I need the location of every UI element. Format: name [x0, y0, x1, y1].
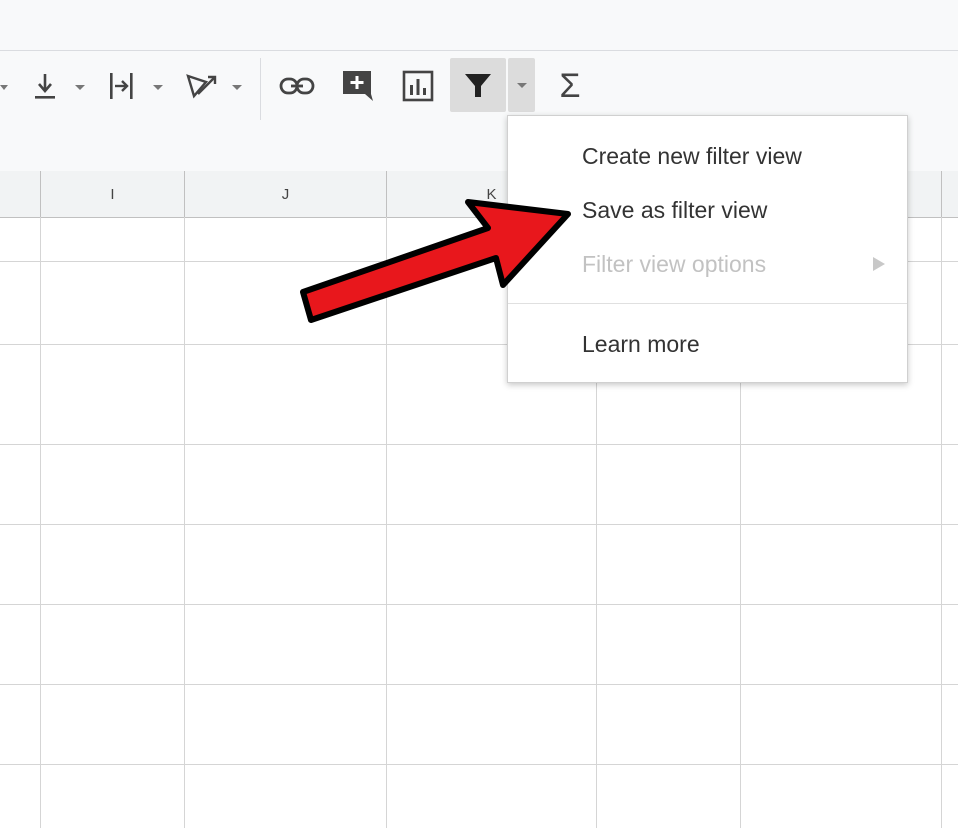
column-label: J: [281, 185, 290, 203]
submenu-arrow-icon: [873, 257, 885, 271]
filter-button[interactable]: [450, 58, 506, 112]
text-rotation-dropdown-icon[interactable]: [230, 80, 244, 94]
filter-views-menu: Create new filter view Save as filter vi…: [507, 115, 908, 383]
grid-row-line: [0, 684, 958, 685]
filter-icon: [461, 68, 495, 102]
title-area: [0, 0, 958, 50]
text-wrap-button[interactable]: [106, 68, 140, 104]
text-wrap-dropdown-icon[interactable]: [151, 80, 165, 94]
dropdown-caret-icon[interactable]: [0, 80, 12, 94]
insert-link-button[interactable]: [278, 70, 316, 102]
insert-comment-button[interactable]: [340, 68, 376, 104]
toolbar-divider: [260, 58, 261, 120]
menu-item-filter-view-options: Filter view options: [508, 240, 907, 288]
menu-item-create-new-filter-view[interactable]: Create new filter view: [508, 132, 907, 180]
menu-item-save-as-filter-view[interactable]: Save as filter view: [508, 186, 907, 234]
column-header-h[interactable]: [0, 171, 41, 217]
text-rotation-button[interactable]: [184, 68, 220, 104]
menu-item-label: Save as filter view: [582, 196, 768, 223]
menu-item-label: Learn more: [582, 330, 700, 357]
filter-dropdown-caret-icon: [515, 78, 529, 92]
text-rotation-icon: [184, 68, 220, 104]
menu-item-label: Create new filter view: [582, 142, 802, 169]
insert-chart-icon: [400, 68, 436, 104]
vertical-align-icon: [30, 68, 60, 104]
functions-button[interactable]: Σ: [554, 66, 586, 106]
grid-column-line: [40, 217, 41, 828]
functions-sigma-icon: Σ: [559, 66, 581, 105]
grid-row-line: [0, 444, 958, 445]
column-header-n[interactable]: [942, 171, 958, 217]
column-label: I: [110, 185, 115, 203]
column-header-i[interactable]: I: [41, 171, 185, 217]
menu-item-learn-more[interactable]: Learn more: [508, 320, 907, 368]
grid-row-line: [0, 764, 958, 765]
grid-row-line: [0, 524, 958, 525]
grid-column-line: [386, 217, 387, 828]
filter-dropdown-button[interactable]: [508, 58, 535, 112]
grid-column-line: [184, 217, 185, 828]
menu-item-label: Filter view options: [582, 250, 767, 277]
vertical-align-dropdown-icon[interactable]: [73, 80, 87, 94]
insert-chart-button[interactable]: [400, 68, 436, 104]
menu-divider: [508, 303, 907, 304]
column-header-j[interactable]: J: [185, 171, 387, 217]
grid-column-line: [941, 217, 942, 828]
insert-comment-icon: [340, 68, 376, 104]
text-wrap-icon: [106, 68, 140, 104]
column-label: K: [486, 185, 497, 203]
insert-link-icon: [278, 70, 316, 102]
vertical-align-button[interactable]: [30, 68, 60, 104]
grid-row-line: [0, 604, 958, 605]
